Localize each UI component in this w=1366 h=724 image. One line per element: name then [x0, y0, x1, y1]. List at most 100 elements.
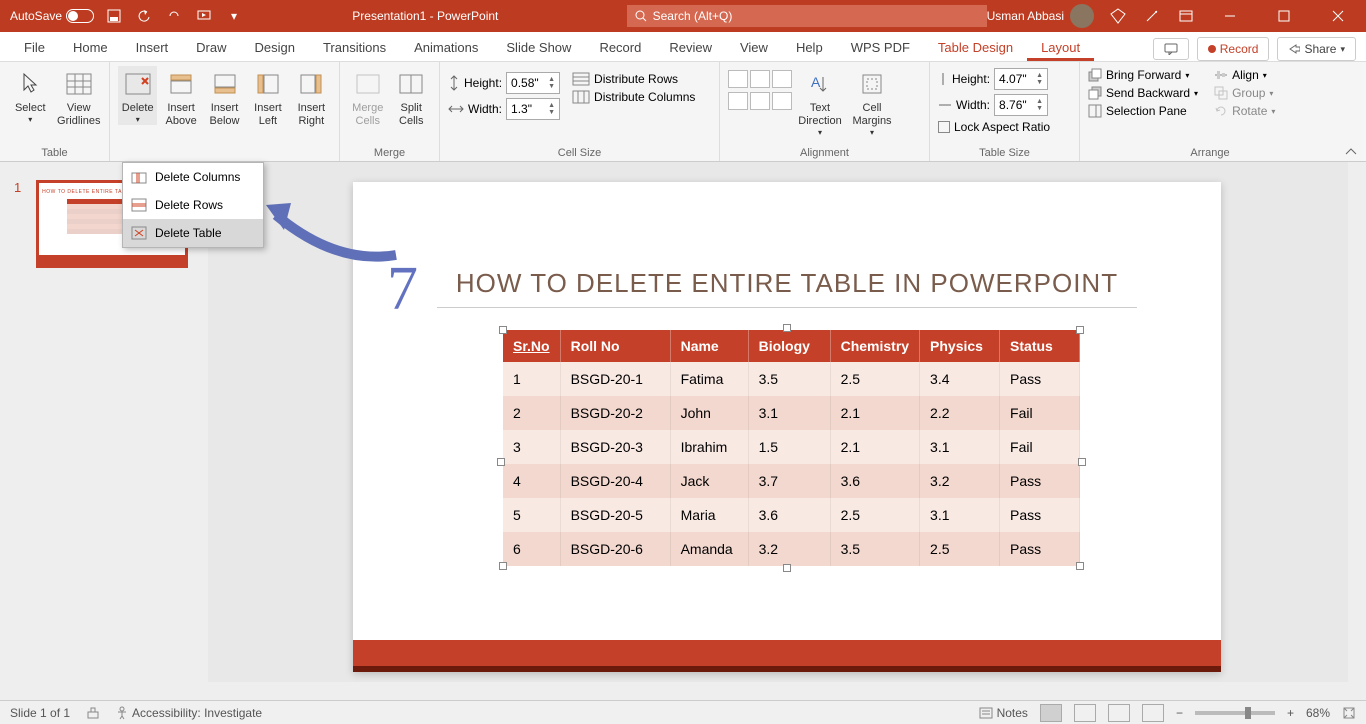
resize-handle-s[interactable] [783, 564, 791, 572]
table-cell[interactable]: 3 [503, 430, 560, 464]
table-cell[interactable]: 6 [503, 532, 560, 566]
table-cell[interactable]: 2 [503, 396, 560, 430]
tab-help[interactable]: Help [782, 34, 837, 61]
zoom-in-button[interactable]: + [1287, 706, 1294, 720]
delete-columns-item[interactable]: Delete Columns [123, 163, 263, 191]
table-cell[interactable]: 3.1 [920, 498, 1000, 532]
table-cell[interactable]: Pass [1000, 362, 1080, 396]
table-cell[interactable]: BSGD-20-6 [560, 532, 670, 566]
bring-forward-button[interactable]: Bring Forward▾ [1088, 68, 1198, 82]
resize-handle-w[interactable] [497, 458, 505, 466]
minimize-button[interactable] [1210, 0, 1250, 32]
tab-wps-pdf[interactable]: WPS PDF [837, 34, 924, 61]
table-cell[interactable]: 5 [503, 498, 560, 532]
record-button[interactable]: Record [1197, 37, 1270, 61]
table-cell[interactable]: 2.5 [920, 532, 1000, 566]
reading-view-button[interactable] [1108, 704, 1130, 722]
table-row[interactable]: 4BSGD-20-4Jack3.73.63.2Pass [503, 464, 1080, 498]
resize-handle-e[interactable] [1078, 458, 1086, 466]
table-cell[interactable]: 4 [503, 464, 560, 498]
slide-edit-area[interactable]: 7 HOW TO DELETE ENTIRE TABLE IN POWERPOI… [208, 162, 1366, 722]
table-cell[interactable]: BSGD-20-2 [560, 396, 670, 430]
insert-right-button[interactable]: Insert Right [292, 66, 331, 128]
align-right-button[interactable] [772, 70, 792, 88]
redo-icon[interactable] [164, 6, 184, 26]
delete-rows-item[interactable]: Delete Rows [123, 191, 263, 219]
table-row[interactable]: 6BSGD-20-6Amanda3.23.52.5Pass [503, 532, 1080, 566]
table-height-input[interactable]: 4.07"▲▼ [994, 68, 1048, 90]
insert-left-button[interactable]: Insert Left [248, 66, 287, 128]
table-cell[interactable]: 3.5 [830, 532, 919, 566]
cell-width-input[interactable]: 1.3"▲▼ [506, 98, 560, 120]
search-input[interactable]: Search (Alt+Q) [627, 5, 987, 27]
cell-height-input[interactable]: 0.58"▲▼ [506, 72, 560, 94]
table-cell[interactable]: 3.6 [830, 464, 919, 498]
table-cell[interactable]: Maria [670, 498, 748, 532]
table-cell[interactable]: Jack [670, 464, 748, 498]
tab-review[interactable]: Review [655, 34, 726, 61]
zoom-out-button[interactable]: − [1176, 706, 1183, 720]
maximize-button[interactable] [1264, 0, 1304, 32]
table-cell[interactable]: BSGD-20-5 [560, 498, 670, 532]
lock-aspect-checkbox[interactable]: Lock Aspect Ratio [938, 120, 1050, 134]
tab-file[interactable]: File [10, 34, 59, 61]
tab-view[interactable]: View [726, 34, 782, 61]
tab-transitions[interactable]: Transitions [309, 34, 400, 61]
table-width-input[interactable]: 8.76"▲▼ [994, 94, 1048, 116]
magic-icon[interactable] [1142, 6, 1162, 26]
table-cell[interactable]: BSGD-20-4 [560, 464, 670, 498]
autosave-toggle[interactable]: AutoSave [10, 9, 94, 23]
zoom-slider[interactable] [1195, 711, 1275, 715]
text-direction-button[interactable]: A Text Direction▾ [796, 66, 844, 138]
tab-animations[interactable]: Animations [400, 34, 492, 61]
tab-insert[interactable]: Insert [122, 34, 183, 61]
insert-above-button[interactable]: Insert Above [161, 66, 200, 128]
send-backward-button[interactable]: Send Backward▾ [1088, 86, 1198, 100]
cell-margins-button[interactable]: Cell Margins▾ [848, 66, 896, 138]
view-gridlines-button[interactable]: View Gridlines [57, 66, 102, 128]
slide-sorter-button[interactable] [1074, 704, 1096, 722]
table-cell[interactable]: Pass [1000, 498, 1080, 532]
table-cell[interactable]: Pass [1000, 532, 1080, 566]
table-cell[interactable]: 3.7 [748, 464, 830, 498]
align-left-button[interactable] [728, 70, 748, 88]
ribbon-display-icon[interactable] [1176, 6, 1196, 26]
slideshow-start-icon[interactable] [194, 6, 214, 26]
horizontal-scrollbar[interactable] [208, 682, 1366, 700]
col-header[interactable]: Status [1000, 330, 1080, 362]
table-cell[interactable]: 3.2 [748, 532, 830, 566]
fit-to-window-button[interactable] [1342, 706, 1356, 720]
col-header[interactable]: Roll No [560, 330, 670, 362]
table-cell[interactable]: 2.2 [920, 396, 1000, 430]
table-cell[interactable]: Ibrahim [670, 430, 748, 464]
distribute-cols-button[interactable]: Distribute Columns [572, 90, 695, 104]
col-header[interactable]: Chemistry [830, 330, 919, 362]
table-cell[interactable]: Amanda [670, 532, 748, 566]
resize-handle-sw[interactable] [499, 562, 507, 570]
user-account[interactable]: Usman Abbasi [987, 4, 1094, 28]
insert-below-button[interactable]: Insert Below [205, 66, 244, 128]
selection-pane-button[interactable]: Selection Pane [1088, 104, 1198, 118]
table-cell[interactable]: 3.1 [748, 396, 830, 430]
table-cell[interactable]: 3.6 [748, 498, 830, 532]
table-cell[interactable]: 2.5 [830, 498, 919, 532]
table-cell[interactable]: 1 [503, 362, 560, 396]
slide-title[interactable]: HOW TO DELETE ENTIRE TABLE IN POWERPOINT [353, 182, 1221, 299]
col-header[interactable]: Sr.No [503, 330, 560, 362]
slide-data-table[interactable]: Sr.NoRoll NoNameBiologyChemistryPhysicsS… [503, 330, 1080, 566]
tab-table-design[interactable]: Table Design [924, 34, 1027, 61]
table-cell[interactable]: 2.5 [830, 362, 919, 396]
table-cell[interactable]: 3.2 [920, 464, 1000, 498]
col-header[interactable]: Biology [748, 330, 830, 362]
table-cell[interactable]: 3.5 [748, 362, 830, 396]
align-top-button[interactable] [728, 92, 748, 110]
table-row[interactable]: 1BSGD-20-1Fatima3.52.53.4Pass [503, 362, 1080, 396]
col-header[interactable]: Name [670, 330, 748, 362]
distribute-rows-button[interactable]: Distribute Rows [572, 72, 695, 86]
split-cells-button[interactable]: Split Cells [392, 66, 432, 128]
notes-button[interactable]: Notes [979, 706, 1028, 720]
table-cell[interactable]: John [670, 396, 748, 430]
resize-handle-se[interactable] [1076, 562, 1084, 570]
tab-slideshow[interactable]: Slide Show [492, 34, 585, 61]
tab-draw[interactable]: Draw [182, 34, 240, 61]
